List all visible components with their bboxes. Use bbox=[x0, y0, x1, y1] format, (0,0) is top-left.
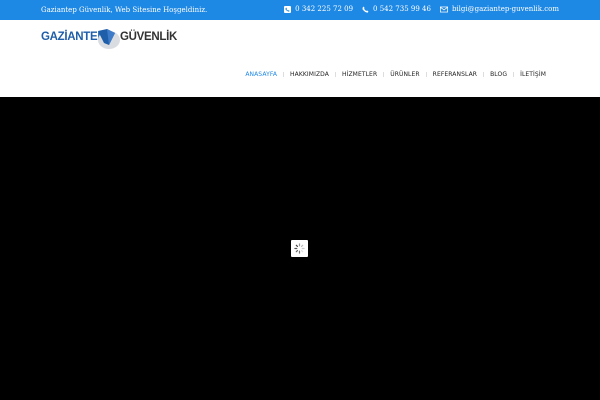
phone-landline[interactable]: 0 342 225 72 09 bbox=[284, 5, 353, 13]
main-nav: ANASAYFA HAKKIMIZDA HİZMETLER ÜRÜNLER RE… bbox=[239, 71, 552, 78]
top-bar: Gaziantep Güvenlik, Web Sitesine Hoşgeld… bbox=[0, 0, 600, 20]
phone2-text: 0 542 735 99 46 bbox=[373, 5, 431, 13]
site-header: GAZİANTEP GÜVENLİK ANASAYFA HAKKIMIZDA H… bbox=[0, 20, 600, 97]
shield-logo-icon bbox=[95, 25, 121, 56]
logo-word-2: GÜVENLİK bbox=[120, 31, 178, 43]
nav-item-blog[interactable]: BLOG bbox=[484, 71, 513, 78]
nav-item-anasayfa[interactable]: ANASAYFA bbox=[239, 71, 283, 78]
site-logo[interactable]: GAZİANTEP GÜVENLİK bbox=[41, 24, 181, 54]
welcome-text: Gaziantep Güvenlik, Web Sitesine Hoşgeld… bbox=[41, 6, 208, 14]
contact-info: 0 342 225 72 09 0 542 735 99 46 bilgi@ga… bbox=[284, 5, 559, 13]
envelope-icon bbox=[439, 6, 448, 13]
phone-mobile[interactable]: 0 542 735 99 46 bbox=[362, 5, 431, 13]
email-text: bilgi@gaziantep-guvenlik.com bbox=[451, 5, 559, 13]
email-contact[interactable]: bilgi@gaziantep-guvenlik.com bbox=[439, 5, 559, 13]
nav-item-hizmetler[interactable]: HİZMETLER bbox=[336, 71, 383, 78]
nav-item-referanslar[interactable]: REFERANSLAR bbox=[427, 71, 483, 78]
nav-item-hakkimizda[interactable]: HAKKIMIZDA bbox=[284, 71, 335, 78]
nav-item-urunler[interactable]: ÜRÜNLER bbox=[384, 71, 425, 78]
phone-square-icon bbox=[284, 5, 292, 13]
loader-box bbox=[291, 240, 308, 257]
nav-item-iletisim[interactable]: İLETİŞİM bbox=[514, 71, 552, 78]
phone1-text: 0 342 225 72 09 bbox=[295, 5, 354, 13]
phone-icon bbox=[362, 6, 369, 13]
